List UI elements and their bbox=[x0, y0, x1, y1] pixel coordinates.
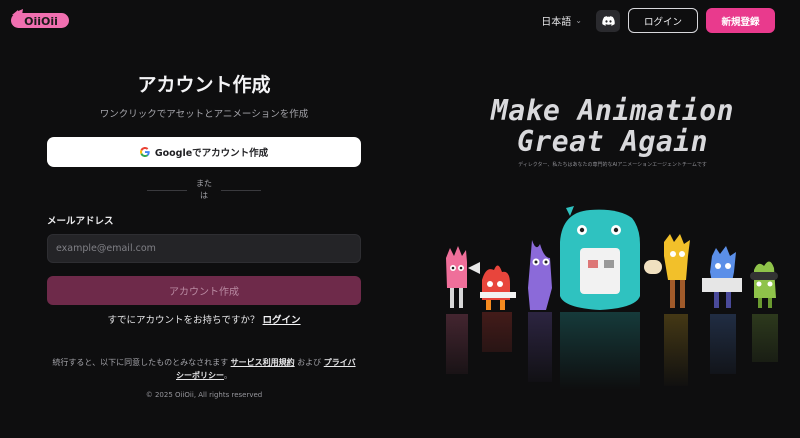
login-button[interactable]: ログイン bbox=[628, 8, 698, 33]
terms-of-service-link[interactable]: サービス利用規約 bbox=[231, 358, 295, 367]
terms-notice: 続行すると、以下に同意したものとみなされます サービス利用規約 および プライバ… bbox=[47, 356, 361, 382]
google-icon bbox=[139, 147, 150, 157]
email-input[interactable] bbox=[47, 234, 361, 263]
login-prompt: すでにアカウントをお持ちですか？ ログイン bbox=[47, 312, 361, 326]
language-selector[interactable]: 日本語 ⌄ bbox=[541, 13, 582, 28]
hero-title-line1: Make Animation bbox=[490, 94, 734, 127]
hero: Make Animation Great Again ディレクター、私たちはあな… bbox=[440, 95, 785, 168]
create-account-button[interactable]: アカウント作成 bbox=[47, 276, 361, 305]
or-divider: または bbox=[47, 178, 361, 202]
discord-button[interactable] bbox=[596, 9, 620, 32]
copyright: © 2025 OiiOii, All rights reserved bbox=[145, 391, 263, 399]
signup-button[interactable]: 新規登録 bbox=[706, 8, 775, 33]
teal-character-icon bbox=[560, 206, 640, 310]
hero-title-line2: Great Again bbox=[517, 125, 708, 158]
divider-line bbox=[147, 189, 187, 191]
terms-prefix: 続行すると、以下に同意したものとみなされます bbox=[52, 358, 229, 367]
signup-form: アカウント作成 ワンクリックでアセットとアニメーションを作成 Googleでアカ… bbox=[47, 70, 361, 399]
hero-subtitle: ディレクター、私たちはあなたの専門的なAIアニメーションエージェントチームです bbox=[518, 162, 707, 168]
email-label: メールアドレス bbox=[47, 216, 114, 227]
logo[interactable]: OiiOii bbox=[10, 9, 70, 31]
login-link[interactable]: ログイン bbox=[263, 315, 301, 326]
google-signup-button[interactable]: Googleでアカウント作成 bbox=[47, 137, 361, 167]
discord-icon bbox=[601, 15, 615, 26]
page-subtitle: ワンクリックでアセットとアニメーションを作成 bbox=[99, 109, 309, 120]
red-character-icon bbox=[480, 265, 516, 310]
oiioii-logo-icon: OiiOii bbox=[11, 9, 69, 28]
mascot-characters-illustration bbox=[440, 206, 785, 390]
terms-suffix: 。 bbox=[224, 371, 232, 380]
language-label: 日本語 bbox=[541, 17, 572, 28]
terms-and: および bbox=[297, 358, 322, 367]
or-text: または bbox=[196, 179, 212, 200]
green-character-icon bbox=[750, 261, 778, 308]
header-actions: 日本語 ⌄ ログイン 新規登録 bbox=[541, 8, 775, 33]
hero-title: Make Animation Great Again bbox=[440, 95, 785, 157]
google-signup-label: Googleでアカウント作成 bbox=[154, 148, 269, 159]
login-prompt-text: すでにアカウントをお持ちですか？ bbox=[107, 315, 260, 326]
purple-character-icon bbox=[528, 240, 552, 310]
blue-character-icon bbox=[702, 246, 742, 308]
yellow-character-icon bbox=[644, 234, 690, 308]
chevron-down-icon: ⌄ bbox=[575, 16, 582, 25]
pink-character-icon bbox=[446, 246, 480, 308]
svg-text:OiiOii: OiiOii bbox=[24, 15, 58, 28]
divider-line bbox=[221, 189, 261, 191]
page-title: アカウント作成 bbox=[137, 74, 271, 96]
